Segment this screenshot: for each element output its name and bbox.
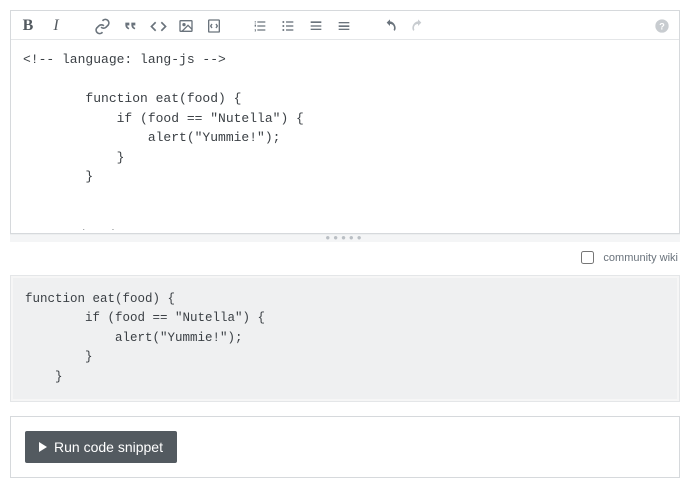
help-icon[interactable]: ? xyxy=(653,17,671,35)
blockquote-icon[interactable] xyxy=(121,17,139,35)
italic-button[interactable]: I xyxy=(47,17,65,35)
snippet-icon[interactable] xyxy=(205,17,223,35)
bold-button[interactable]: B xyxy=(19,17,37,35)
preview-container: function eat(food) { if (food == "Nutell… xyxy=(10,275,680,402)
toolbar-group-insert xyxy=(93,17,223,35)
run-snippet-container: Run code snippet xyxy=(10,416,680,478)
editor-textarea-wrap xyxy=(11,40,679,233)
community-wiki-row: community wiki xyxy=(10,242,680,271)
toolbar-group-lists xyxy=(251,17,353,35)
ordered-list-icon[interactable] xyxy=(251,17,269,35)
toolbar-group-text: B I xyxy=(19,17,65,35)
community-wiki-label[interactable]: community wiki xyxy=(603,252,678,264)
resize-grabber[interactable]: ●●●●● xyxy=(10,234,680,242)
editor-textarea[interactable] xyxy=(11,40,679,230)
horizontal-rule-icon[interactable] xyxy=(335,17,353,35)
preview-code-block: function eat(food) { if (food == "Nutell… xyxy=(13,278,677,399)
undo-icon[interactable] xyxy=(381,17,399,35)
heading-icon[interactable] xyxy=(307,17,325,35)
toolbar: B I xyxy=(11,11,679,40)
image-icon[interactable] xyxy=(177,17,195,35)
toolbar-group-history xyxy=(381,17,427,35)
svg-text:?: ? xyxy=(659,21,665,31)
run-code-snippet-button[interactable]: Run code snippet xyxy=(25,431,177,463)
code-icon[interactable] xyxy=(149,17,167,35)
community-wiki-checkbox[interactable] xyxy=(581,251,594,264)
editor-container: B I xyxy=(10,10,680,234)
redo-icon[interactable] xyxy=(409,17,427,35)
link-icon[interactable] xyxy=(93,17,111,35)
unordered-list-icon[interactable] xyxy=(279,17,297,35)
run-button-label: Run code snippet xyxy=(54,439,163,455)
play-icon xyxy=(39,442,47,452)
